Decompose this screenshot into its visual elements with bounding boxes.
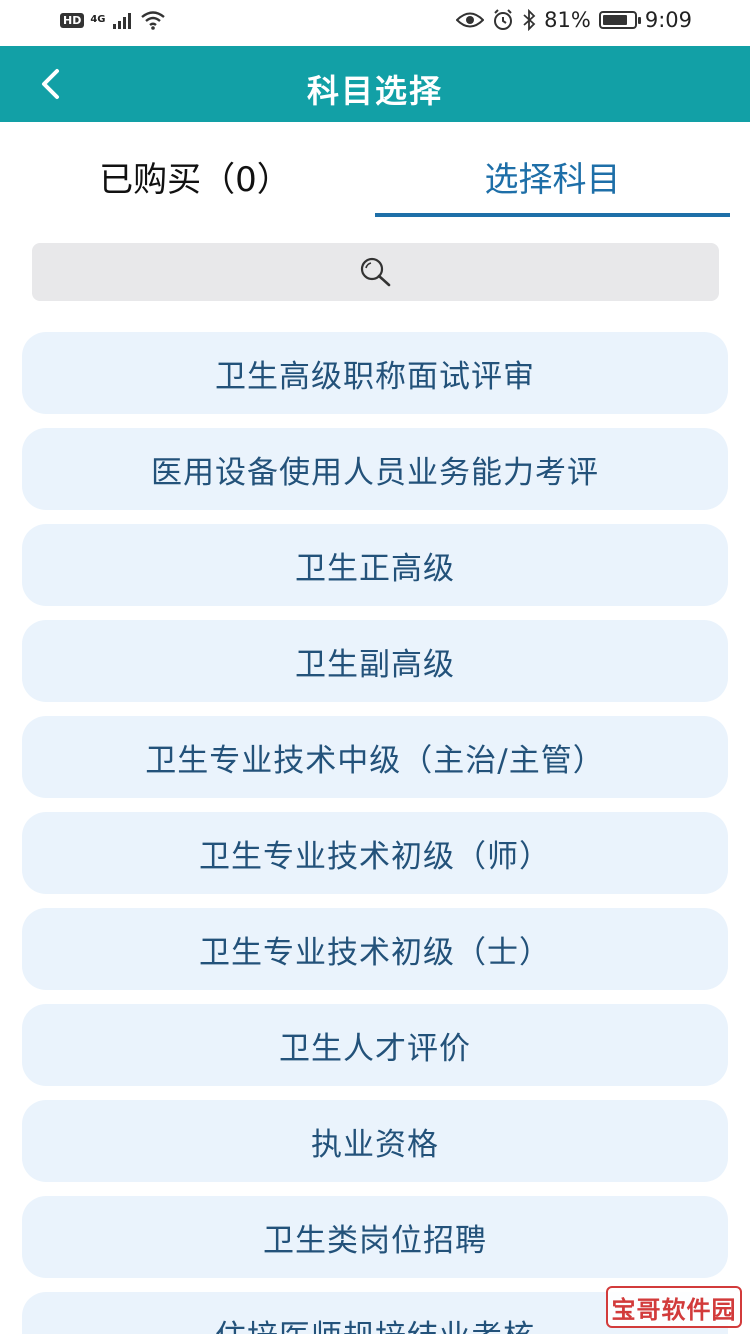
status-right: 81% 9:09 bbox=[456, 8, 692, 32]
search-icon bbox=[360, 257, 390, 287]
hd-badge: HD bbox=[60, 12, 85, 28]
signal-icon bbox=[112, 13, 131, 29]
eye-icon bbox=[456, 12, 485, 28]
battery-icon bbox=[598, 11, 641, 29]
subject-item-junior-shi[interactable]: 卫生专业技术初级（师） bbox=[22, 812, 728, 894]
subject-item-junior-shi-assistant[interactable]: 卫生专业技术初级（士） bbox=[22, 908, 728, 990]
tab-bar: 已购买（0） 选择科目 bbox=[0, 122, 750, 218]
subject-item-practice-qualification[interactable]: 执业资格 bbox=[22, 1100, 728, 1182]
subject-item-medical-equipment[interactable]: 医用设备使用人员业务能力考评 bbox=[22, 428, 728, 510]
status-bar: HD 4G 81% 9:09 bbox=[0, 0, 750, 46]
clock: 9:09 bbox=[644, 8, 692, 32]
active-tab-indicator bbox=[375, 213, 730, 217]
subject-item-talent-evaluation[interactable]: 卫生人才评价 bbox=[22, 1004, 728, 1086]
watermark: 宝哥软件园 bbox=[606, 1286, 742, 1328]
bluetooth-icon bbox=[523, 9, 536, 31]
tab-purchased[interactable]: 已购买（0） bbox=[20, 152, 370, 212]
alarm-icon bbox=[494, 9, 513, 30]
network-type: 4G bbox=[90, 14, 106, 25]
wifi-icon bbox=[140, 11, 165, 30]
subject-item-associate-senior[interactable]: 卫生副高级 bbox=[22, 620, 728, 702]
battery-percent: 81% bbox=[544, 8, 591, 32]
subject-item-full-senior[interactable]: 卫生正高级 bbox=[22, 524, 728, 606]
subject-item-intermediate[interactable]: 卫生专业技术中级（主治/主管） bbox=[22, 716, 728, 798]
subject-item-job-recruitment[interactable]: 卫生类岗位招聘 bbox=[22, 1196, 728, 1278]
tab-select-subject[interactable]: 选择科目 bbox=[375, 152, 730, 212]
subject-item-senior-interview[interactable]: 卫生高级职称面试评审 bbox=[22, 332, 728, 414]
page-title: 科目选择 bbox=[306, 72, 443, 110]
status-left: HD 4G bbox=[60, 10, 166, 30]
search-input[interactable] bbox=[32, 243, 719, 301]
app-header: 科目选择 bbox=[0, 46, 750, 122]
